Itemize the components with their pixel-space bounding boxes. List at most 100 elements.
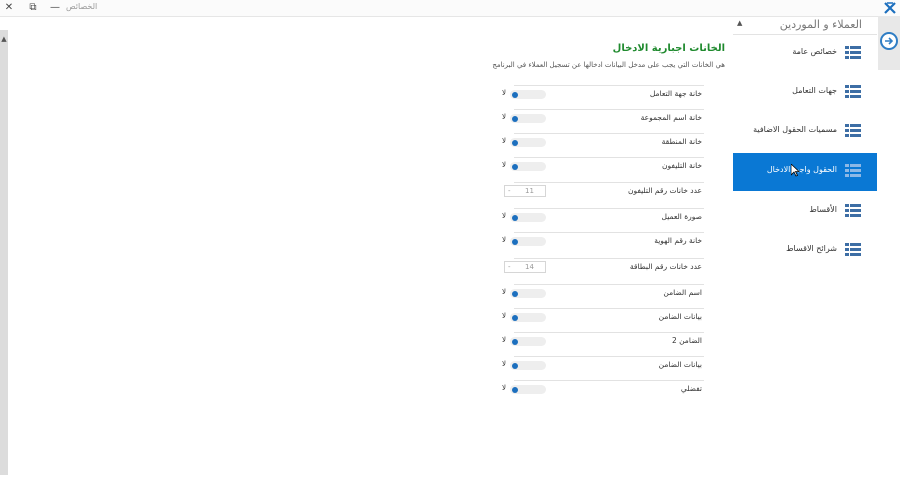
sidebar-item-label: الأقساط: [809, 205, 837, 214]
field-row: بيانات الضامن لا: [500, 308, 704, 330]
close-icon[interactable]: ✕: [2, 1, 16, 15]
toggle-switch[interactable]: [510, 385, 546, 394]
field-label: صورة العميل: [661, 212, 702, 221]
list-icon: [845, 164, 861, 177]
field-label: الضامن 2: [671, 336, 702, 345]
list-icon: [845, 85, 861, 98]
field-row: خانة رقم الهوية لا: [500, 232, 704, 254]
sidebar-item-label: جهات التعامل: [792, 86, 837, 95]
divider: [514, 258, 704, 259]
app-logo-icon: [884, 2, 896, 14]
section-title: الخانات اجبارية الادخال: [612, 43, 725, 54]
toggle-switch[interactable]: [510, 138, 546, 147]
sidebar-item-general[interactable]: خصائص عامة: [733, 35, 877, 73]
chevron-up-icon[interactable]: ▲: [737, 19, 742, 27]
field-label: عدد خانات رقم التليفون: [627, 186, 702, 195]
field-row: عدد خانات رقم البطاقة - 14: [500, 258, 704, 280]
list-icon: [845, 204, 861, 217]
sidebar-title: العملاء و الموردين: [779, 18, 862, 31]
field-label: خانة التليفون: [662, 161, 702, 170]
section-description: هي الخانات التي يجب على مدخل البيانات اد…: [492, 61, 725, 69]
toggle-switch[interactable]: [510, 313, 546, 322]
sidebar-item-label: مسميات الحقول الاضافية: [753, 125, 837, 134]
toggle-value: لا: [502, 89, 506, 97]
decrement-icon[interactable]: -: [508, 187, 511, 195]
toggle-value: لا: [502, 384, 506, 392]
field-row: الضامن 2 لا: [500, 332, 704, 354]
field-row: عدد خانات رقم التليفون - 11: [500, 182, 704, 204]
minimize-icon[interactable]: —: [48, 1, 62, 15]
toggle-value: لا: [502, 212, 506, 220]
toggle-switch[interactable]: [510, 114, 546, 123]
list-icon: [845, 46, 861, 59]
mouse-cursor-icon: [791, 164, 800, 177]
toggle-switch[interactable]: [510, 90, 546, 99]
number-stepper[interactable]: - 11: [504, 185, 546, 197]
divider: [514, 182, 704, 183]
divider: [514, 308, 704, 309]
number-stepper[interactable]: - 14: [504, 261, 546, 273]
toggle-switch[interactable]: [510, 361, 546, 370]
field-label: بيانات الضامن: [658, 312, 702, 321]
scroll-up-icon[interactable]: ▲: [0, 35, 8, 43]
divider: [514, 109, 704, 110]
arrow-right-icon: [885, 37, 894, 45]
field-label: بيانات الضامن: [658, 360, 702, 369]
divider: [514, 332, 704, 333]
field-row: خانة جهة التعامل لا: [500, 85, 704, 107]
sidebar-item-installment-tiers[interactable]: شرائح الاقساط: [733, 232, 877, 270]
toggle-switch[interactable]: [510, 213, 546, 222]
field-row: خانة المنطقة لا: [500, 133, 704, 155]
toggle-switch[interactable]: [510, 162, 546, 171]
divider: [514, 85, 704, 86]
back-button[interactable]: [880, 32, 898, 50]
toggle-switch[interactable]: [510, 237, 546, 246]
divider: [514, 356, 704, 357]
toggle-value: لا: [502, 288, 506, 296]
toggle-value: لا: [502, 312, 506, 320]
list-icon: [845, 243, 861, 256]
sidebar-item-installments[interactable]: الأقساط: [733, 193, 877, 231]
stepper-value: 14: [525, 263, 534, 271]
decrement-icon[interactable]: -: [508, 263, 511, 271]
divider: [514, 284, 704, 285]
field-row: خانة اسم المجموعة لا: [500, 109, 704, 131]
toggle-value: لا: [502, 137, 506, 145]
field-row: صورة العميل لا: [500, 208, 704, 230]
toggle-value: لا: [502, 161, 506, 169]
field-row: خانة التليفون لا: [500, 157, 704, 179]
field-row: بيانات الضامن لا: [500, 356, 704, 378]
stepper-value: 11: [525, 187, 534, 195]
divider: [514, 380, 704, 381]
field-label: عدد خانات رقم البطاقة: [629, 262, 702, 271]
divider: [514, 133, 704, 134]
field-label: تفضلي: [680, 384, 702, 393]
field-label: خانة المنطقة: [661, 137, 702, 146]
scrollbar[interactable]: [0, 30, 8, 475]
sidebar-item-extra-fields[interactable]: مسميات الحقول الاضافية: [733, 113, 877, 151]
toggle-value: لا: [502, 113, 506, 121]
toggle-value: لا: [502, 336, 506, 344]
restore-icon[interactable]: ⧉: [26, 1, 40, 15]
toggle-value: لا: [502, 236, 506, 244]
field-row: تفضلي لا: [500, 380, 704, 402]
toggle-switch[interactable]: [510, 289, 546, 298]
sidebar-item-label: الحقول واجبة الادخال: [766, 165, 837, 174]
sidebar-item-label: شرائح الاقساط: [786, 244, 837, 253]
field-label: خانة جهة التعامل: [649, 89, 702, 98]
sidebar-item-required-fields[interactable]: الحقول واجبة الادخال: [733, 153, 877, 191]
divider: [514, 157, 704, 158]
field-row: اسم الضامن لا: [500, 284, 704, 306]
field-label: اسم الضامن: [663, 288, 702, 297]
sidebar-item-label: خصائص عامة: [792, 47, 837, 56]
toggle-switch[interactable]: [510, 337, 546, 346]
window-title: الخصائص: [66, 2, 98, 11]
field-label: خانة رقم الهوية: [654, 236, 702, 245]
toggle-value: لا: [502, 360, 506, 368]
field-label: خانة اسم المجموعة: [640, 113, 702, 122]
sidebar-item-contacts[interactable]: جهات التعامل: [733, 74, 877, 112]
title-bar: ✕ ⧉ — الخصائص: [0, 0, 900, 17]
list-icon: [845, 124, 861, 137]
divider: [514, 208, 704, 209]
divider: [514, 232, 704, 233]
